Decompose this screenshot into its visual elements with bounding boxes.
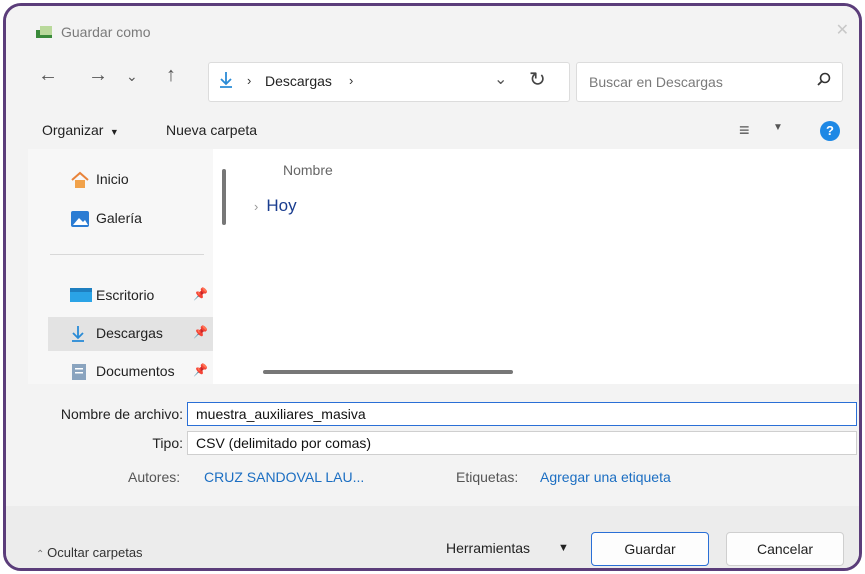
breadcrumb-separator[interactable]: ›: [247, 73, 251, 88]
hide-folders-toggle[interactable]: ⌃ Ocultar carpetas: [36, 545, 143, 560]
organize-label: Organizar: [42, 122, 104, 138]
organize-caret-icon: ▼: [107, 127, 119, 137]
gallery-icon: [71, 211, 89, 227]
sidebar-scrollbar[interactable]: [222, 169, 226, 225]
sidebar-item-inicio[interactable]: Inicio: [48, 163, 213, 197]
desktop-icon: [70, 288, 92, 302]
forward-icon[interactable]: →: [88, 64, 108, 87]
up-icon[interactable]: ↑: [166, 64, 176, 87]
app-icon: [36, 26, 52, 38]
sidebar-item-galeria[interactable]: Galería: [48, 202, 213, 236]
sidebar-item-label: Documentos: [96, 363, 175, 379]
view-options-icon[interactable]: ≡: [739, 120, 750, 141]
download-icon: [220, 72, 232, 88]
horizontal-scrollbar[interactable]: [263, 370, 513, 374]
help-icon[interactable]: ?: [820, 121, 840, 141]
title-bar: Guardar como ✕: [6, 6, 859, 40]
documents-icon: [72, 364, 86, 380]
dialog-footer: ⌃ Ocultar carpetas Herramientas ▼ Guarda…: [6, 506, 859, 568]
navigation-sidebar: Inicio Galería Escritorio 📌 Descargas 📌 …: [28, 149, 213, 384]
sidebar-item-documentos[interactable]: Documentos 📌: [48, 355, 213, 389]
column-header-nombre[interactable]: Nombre: [283, 162, 333, 178]
search-placeholder: Buscar en Descargas: [589, 74, 723, 90]
add-tag-link[interactable]: Agregar una etiqueta: [540, 469, 671, 485]
cancel-button[interactable]: Cancelar: [726, 532, 844, 566]
navigation-bar: ← → ⌄ ↑ › Descargas › ⌄ ↻ Buscar en Desc…: [6, 54, 859, 104]
filename-input[interactable]: muestra_auxiliares_masiva: [187, 402, 857, 426]
search-icon[interactable]: [816, 72, 832, 88]
expand-chevron-icon[interactable]: ›: [254, 199, 258, 214]
pin-icon[interactable]: 📌: [193, 363, 208, 377]
sidebar-item-label: Escritorio: [96, 287, 155, 303]
window-title: Guardar como: [61, 24, 151, 40]
tags-label: Etiquetas:: [456, 469, 519, 485]
address-dropdown-chevron-icon[interactable]: ⌄: [494, 69, 507, 89]
type-label: Tipo:: [152, 435, 183, 451]
file-group-hoy[interactable]: › Hoy: [254, 196, 297, 216]
download-icon: [72, 326, 84, 342]
authors-label: Autores:: [128, 469, 181, 485]
back-icon[interactable]: ←: [38, 64, 58, 87]
close-icon[interactable]: ✕: [836, 20, 849, 40]
sidebar-item-label: Descargas: [96, 325, 163, 341]
command-bar: Organizar ▼ Nueva carpeta ≡ ▼ ?: [6, 114, 859, 146]
filename-value: muestra_auxiliares_masiva: [196, 406, 366, 422]
content-panes: Inicio Galería Escritorio 📌 Descargas 📌 …: [28, 149, 859, 384]
sidebar-item-descargas[interactable]: Descargas 📌: [48, 317, 213, 351]
breadcrumb-separator[interactable]: ›: [349, 73, 353, 88]
save-button[interactable]: Guardar: [591, 532, 709, 566]
breadcrumb-descargas[interactable]: Descargas: [265, 73, 332, 89]
refresh-icon[interactable]: ↻: [529, 67, 546, 92]
type-select[interactable]: CSV (delimitado por comas): [187, 431, 857, 455]
filename-label: Nombre de archivo:: [60, 406, 183, 422]
pin-icon[interactable]: 📌: [193, 287, 208, 301]
save-as-dialog: Guardar como ✕ ← → ⌄ ↑ › Descargas › ⌄ ↻…: [3, 3, 862, 571]
organize-menu[interactable]: Organizar ▼: [42, 122, 119, 138]
group-label: Hoy: [266, 196, 297, 215]
address-bar[interactable]: › Descargas › ⌄ ↻: [208, 62, 570, 102]
search-input[interactable]: Buscar en Descargas: [576, 62, 843, 102]
sidebar-divider: [50, 254, 204, 255]
home-icon: [71, 171, 89, 188]
hide-folders-label: Ocultar carpetas: [47, 545, 143, 560]
sidebar-item-label: Inicio: [96, 171, 129, 187]
pin-icon[interactable]: 📌: [193, 325, 208, 339]
chevron-up-icon: ⌃: [36, 549, 48, 560]
sidebar-item-escritorio[interactable]: Escritorio 📌: [48, 279, 213, 313]
recent-locations-chevron-icon[interactable]: ⌄: [126, 68, 138, 85]
new-folder-button[interactable]: Nueva carpeta: [166, 122, 257, 138]
view-options-caret-icon[interactable]: ▼: [773, 122, 783, 133]
sidebar-item-label: Galería: [96, 210, 142, 226]
authors-value[interactable]: CRUZ SANDOVAL LAU...: [204, 469, 364, 485]
tools-caret-icon[interactable]: ▼: [558, 542, 569, 554]
type-value: CSV (delimitado por comas): [196, 435, 372, 451]
tools-menu[interactable]: Herramientas: [446, 540, 530, 556]
